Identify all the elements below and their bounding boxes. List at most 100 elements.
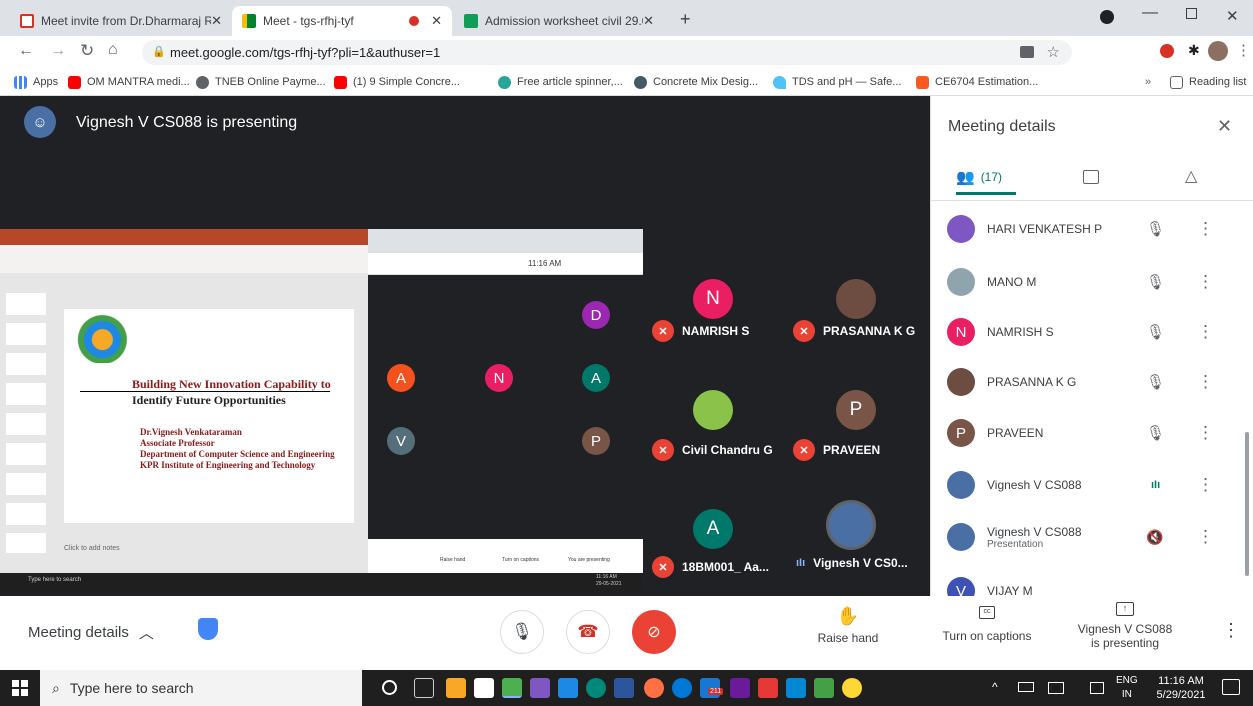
slide-author-block: Dr.Vignesh Venkataraman Associate Profes…	[140, 427, 340, 471]
bookmark-item[interactable]: (1) 9 Simple Concre...	[334, 73, 460, 91]
app-icon[interactable]	[814, 678, 834, 698]
app-icon[interactable]	[530, 678, 550, 698]
close-window-icon[interactable]: ✕	[1226, 7, 1239, 25]
participant-row[interactable]: HARI VENKATESH P 🎙 ⋮	[931, 206, 1253, 252]
tab-admission[interactable]: Admission worksheet civil 29.05. ✕	[454, 6, 664, 36]
firefox-icon[interactable]	[644, 678, 664, 698]
file-explorer-icon[interactable]	[446, 678, 466, 698]
participant-row[interactable]: N NAMRISH S 🎙 ⋮	[931, 309, 1253, 355]
meeting-details-button[interactable]: Meeting details ︿	[28, 622, 154, 643]
chat-icon[interactable]	[1083, 170, 1099, 184]
participant-row[interactable]: PRASANNA K G 🎙 ⋮	[931, 359, 1253, 405]
chevron-up-icon[interactable]: ^	[992, 680, 998, 694]
activities-icon[interactable]: △	[1185, 166, 1197, 186]
home-icon[interactable]: ⌂	[108, 41, 118, 59]
bookmark-item[interactable]: Concrete Mix Desig...	[634, 73, 758, 91]
more-options-icon[interactable]: ⋮	[1222, 620, 1240, 641]
close-icon[interactable]: ✕	[643, 13, 654, 29]
more-icon[interactable]: ⋮	[1197, 322, 1214, 342]
slide: Building New Innovation Capability to Id…	[64, 309, 354, 523]
shield-icon[interactable]	[198, 618, 218, 640]
participant-row[interactable]: Vignesh V CS088 ıIı ⋮	[931, 462, 1253, 508]
presenting-button[interactable]: ↑ Vignesh V CS088 is presenting	[1070, 602, 1180, 650]
address-bar[interactable]: 🔒 meet.google.com/tgs-rfhj-tyf?pli=1&aut…	[142, 40, 1072, 65]
edge-icon[interactable]	[672, 678, 692, 698]
tab-people[interactable]: 👥 (17)	[956, 168, 1002, 186]
more-icon[interactable]: ⋮	[1197, 219, 1214, 239]
close-icon[interactable]: ✕	[431, 13, 442, 29]
app-icon[interactable]	[730, 678, 750, 698]
bookmark-apps[interactable]: Apps	[14, 73, 58, 91]
more-icon[interactable]: ⋮	[1197, 527, 1214, 547]
extension-icon[interactable]	[1160, 44, 1174, 58]
mail-icon[interactable]	[558, 678, 578, 698]
app-icon[interactable]	[586, 678, 606, 698]
star-icon[interactable]: ☆	[1047, 43, 1060, 61]
clock[interactable]: 11:16 AM 5/29/2021	[1150, 674, 1212, 702]
tab-meet[interactable]: Meet - tgs-rfhj-tyf ✕	[232, 6, 452, 36]
participant-row[interactable]: MANO M 🎙 ⋮	[931, 259, 1253, 305]
avatar: N	[947, 318, 975, 346]
participant-row[interactable]: P PRAVEEN 🎙 ⋮	[931, 410, 1253, 456]
app-icon[interactable]: 211	[700, 678, 724, 698]
bookmark-item[interactable]: TDS and pH — Safe...	[773, 73, 901, 91]
word-icon[interactable]	[614, 678, 634, 698]
meeting-details-panel: Meeting details ✕ 👥 (17) △ HARI VENKATESH…	[930, 96, 1253, 596]
back-icon[interactable]: ←	[18, 42, 34, 60]
camera-off-button[interactable]: ⊘	[632, 610, 676, 654]
more-icon[interactable]: ⋮	[1197, 475, 1214, 495]
mic-off-icon: 🎙	[1146, 374, 1166, 391]
notifications-icon[interactable]	[1222, 679, 1240, 695]
tab-meet-invite[interactable]: Meet invite from Dr.Dharmaraj R ✕	[10, 6, 232, 36]
close-panel-icon[interactable]: ✕	[1217, 116, 1232, 137]
tile-avatar	[836, 279, 876, 319]
pdf-icon[interactable]	[758, 678, 778, 698]
windows-start-icon[interactable]	[12, 680, 28, 696]
bookmark-item[interactable]: OM MANTRA medi...	[68, 73, 190, 91]
reading-list-icon	[1170, 75, 1183, 89]
bookmark-item[interactable]: TNEB Online Payme...	[196, 73, 326, 91]
taskbar-search[interactable]: ⌕ Type here to search	[40, 670, 362, 706]
photos-icon[interactable]	[786, 678, 806, 698]
reload-icon[interactable]: ↻	[80, 41, 94, 61]
participant-row[interactable]: V VIJAY M	[931, 568, 1253, 596]
raise-hand-button[interactable]: ✋ Raise hand	[808, 606, 888, 645]
display-icon[interactable]	[1090, 682, 1104, 694]
language-indicator[interactable]: ENG IN	[1116, 674, 1138, 702]
close-icon[interactable]: ✕	[211, 13, 222, 29]
puzzle-icon[interactable]: ✱	[1188, 42, 1200, 59]
profile-icon[interactable]	[1100, 10, 1114, 24]
task-view-icon[interactable]	[414, 678, 434, 698]
forward-icon[interactable]: →	[50, 42, 66, 60]
bookmark-item[interactable]: CE6704 Estimation...	[916, 73, 1038, 91]
people-icon: 👥	[956, 169, 975, 186]
leave-call-button[interactable]: ☎	[566, 610, 610, 654]
microphone-button[interactable]: 🎙	[500, 610, 544, 654]
cortana-icon[interactable]	[382, 680, 397, 695]
tile-name: ✕ PRAVEEN	[793, 439, 880, 461]
keyboard-icon[interactable]	[1048, 682, 1064, 694]
ppt-toolbar	[0, 245, 368, 273]
more-icon[interactable]: ⋮	[1197, 372, 1214, 392]
scrollbar[interactable]	[1245, 432, 1249, 576]
store-icon[interactable]	[474, 678, 494, 698]
more-icon[interactable]: ⋮	[1197, 423, 1214, 443]
new-tab-icon[interactable]: +	[680, 9, 691, 30]
shared-screen[interactable]: Building New Innovation Capability to Id…	[0, 229, 643, 591]
chrome-icon[interactable]	[502, 678, 522, 698]
restore-icon[interactable]	[1186, 8, 1197, 19]
camera-icon[interactable]	[1020, 46, 1034, 58]
bookmark-item[interactable]: Free article spinner,...	[498, 73, 623, 91]
reading-list[interactable]: Reading list	[1170, 73, 1246, 91]
battery-icon[interactable]	[1018, 682, 1034, 692]
avatar[interactable]	[1208, 41, 1228, 61]
minimize-icon[interactable]: —	[1142, 4, 1158, 22]
captions-button[interactable]: cc Turn on captions	[932, 606, 1042, 643]
menu-icon[interactable]: ⋮	[1236, 41, 1251, 59]
tab-title: Admission worksheet civil 29.05.	[485, 14, 644, 28]
more-bookmarks-icon[interactable]: »	[1145, 73, 1151, 91]
participant-row[interactable]: Vignesh V CS088 Presentation 🔇 ⋮	[931, 514, 1253, 560]
grid-avatar: N	[485, 364, 513, 392]
app-icon[interactable]	[842, 678, 862, 698]
more-icon[interactable]: ⋮	[1197, 272, 1214, 292]
